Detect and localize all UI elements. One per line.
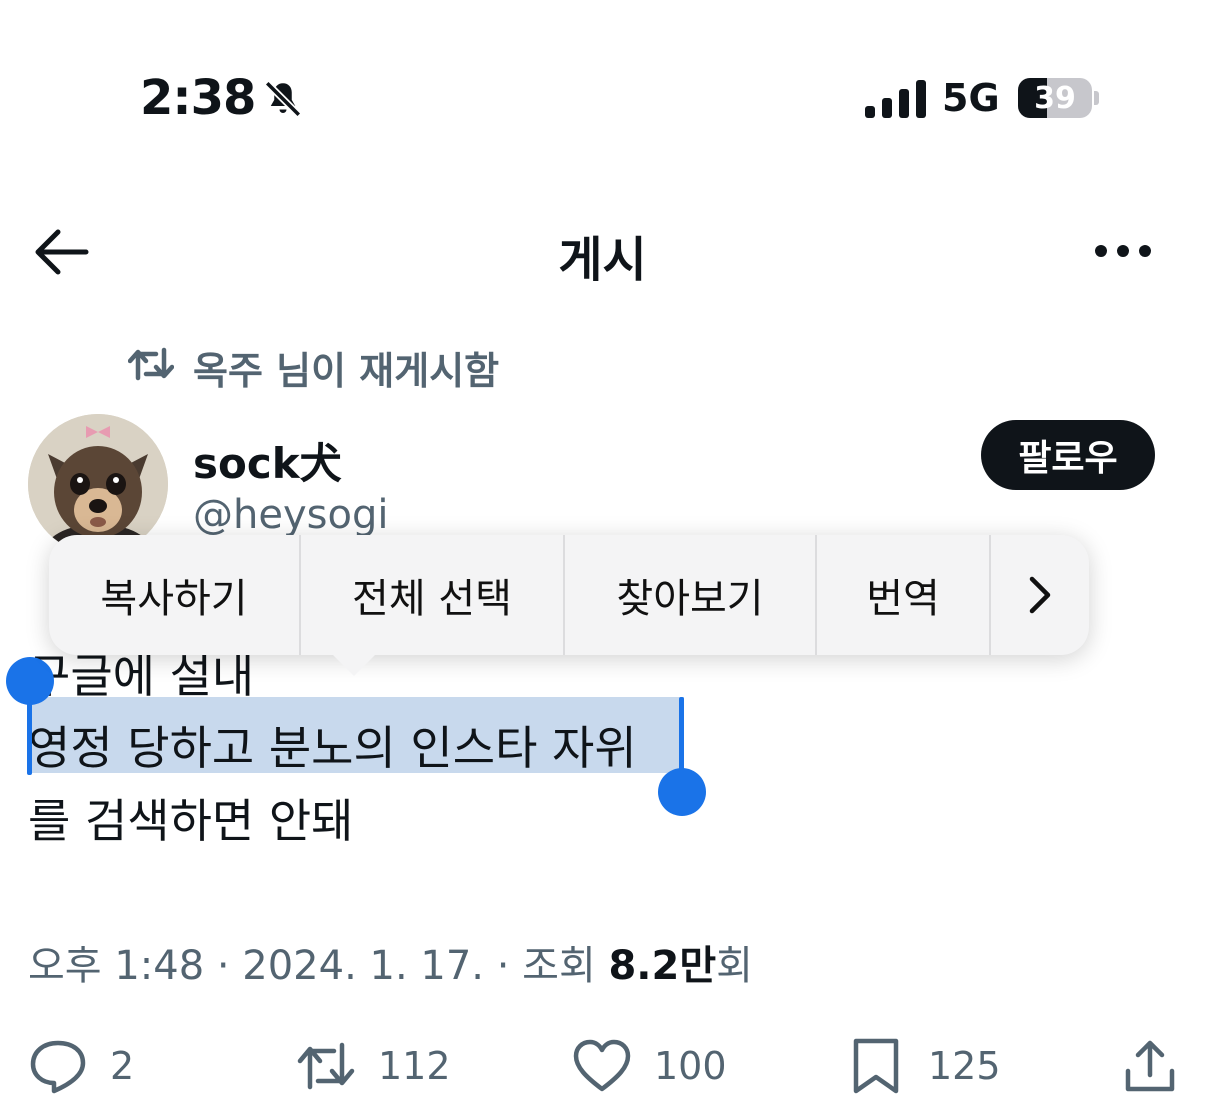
network-type: 5G bbox=[942, 76, 1000, 120]
more-options-icon[interactable] bbox=[1094, 243, 1152, 259]
tweet-timestamp: 오후 1:48 · 2024. 1. 17. · 조회 bbox=[28, 943, 609, 989]
view-count[interactable]: 8.2만 bbox=[608, 943, 716, 989]
menu-pointer bbox=[330, 652, 378, 676]
bookmark-icon bbox=[853, 1038, 899, 1094]
status-time: 2:38 bbox=[140, 70, 256, 126]
share-button[interactable] bbox=[1120, 1036, 1180, 1096]
repost-icon bbox=[128, 347, 174, 381]
selection-start-handle[interactable] bbox=[6, 657, 54, 705]
translate-menu-item[interactable]: 번역 bbox=[817, 535, 991, 655]
look-up-menu-item[interactable]: 찾아보기 bbox=[565, 535, 817, 655]
tweet-meta: 오후 1:48 · 2024. 1. 17. · 조회 8.2만회 bbox=[28, 933, 753, 991]
silent-bell-icon bbox=[264, 80, 302, 118]
like-button[interactable]: 100 bbox=[572, 1036, 727, 1096]
repost-button[interactable]: 112 bbox=[296, 1036, 451, 1096]
heart-icon bbox=[573, 1039, 631, 1092]
dog-avatar-image bbox=[28, 414, 168, 554]
bookmark-count: 125 bbox=[928, 1044, 1001, 1088]
page-title: 게시 bbox=[558, 232, 647, 288]
like-count: 100 bbox=[654, 1044, 727, 1088]
reply-button[interactable]: 2 bbox=[28, 1036, 134, 1096]
share-icon bbox=[1125, 1040, 1175, 1092]
chevron-right-icon bbox=[1029, 576, 1051, 614]
author-display-name[interactable]: sock犬 bbox=[193, 430, 342, 491]
repost-label[interactable]: 옥주 님이 재게시함 bbox=[193, 340, 499, 395]
battery-tip bbox=[1094, 91, 1099, 105]
repost-icon bbox=[297, 1042, 355, 1090]
avatar[interactable] bbox=[28, 414, 168, 554]
tweet-text-line[interactable]: 를 검색하면 안돼 bbox=[28, 785, 353, 851]
repost-count: 112 bbox=[378, 1044, 451, 1088]
tweet-text-line-selected[interactable]: 영정 당하고 분노의 인스타 자위 bbox=[28, 712, 637, 778]
reply-count: 2 bbox=[110, 1044, 135, 1088]
battery-icon: 39 bbox=[1018, 78, 1092, 118]
reply-icon bbox=[30, 1040, 86, 1094]
text-edit-menu: 복사하기 전체 선택 찾아보기 번역 bbox=[49, 535, 1089, 655]
selection-end-handle[interactable] bbox=[658, 768, 706, 816]
select-all-menu-item[interactable]: 전체 선택 bbox=[301, 535, 565, 655]
cellular-signal-icon bbox=[865, 80, 927, 118]
bookmark-button[interactable]: 125 bbox=[846, 1036, 1001, 1096]
view-suffix: 회 bbox=[716, 943, 753, 989]
copy-menu-item[interactable]: 복사하기 bbox=[49, 535, 301, 655]
author-handle[interactable]: @heysogi bbox=[193, 492, 388, 538]
battery-level: 39 bbox=[1034, 81, 1076, 116]
follow-button[interactable]: 팔로우 bbox=[981, 420, 1155, 490]
menu-next-button[interactable] bbox=[991, 535, 1089, 655]
